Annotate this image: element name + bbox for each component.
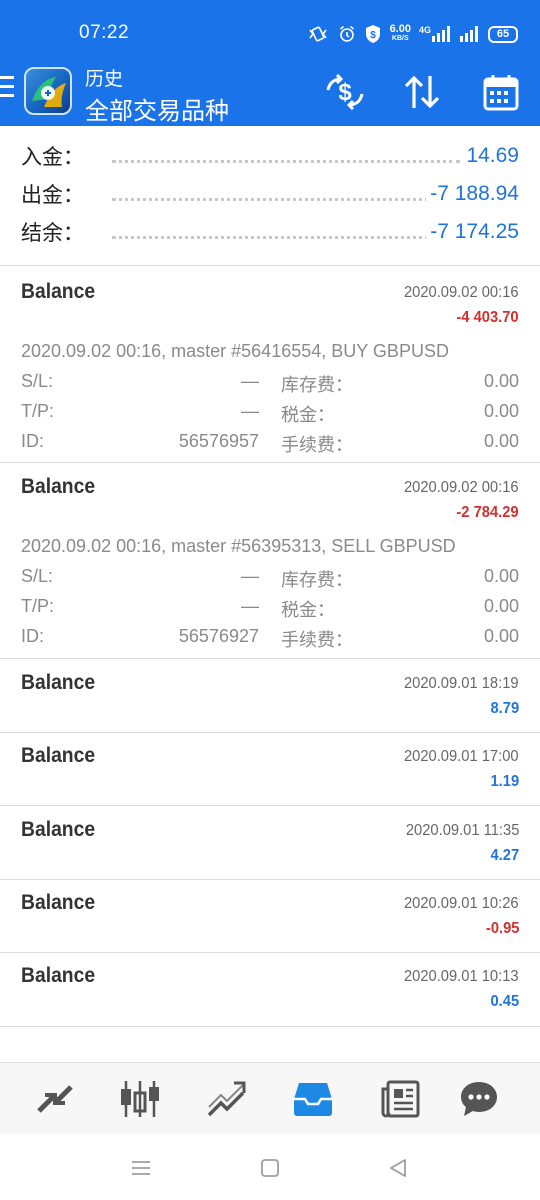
divider [0, 1026, 540, 1027]
recent-apps-icon[interactable] [129, 1156, 153, 1180]
deal-date: 2020.09.01 11:35 [405, 822, 519, 839]
signal-icon [460, 26, 480, 42]
app-logo-icon[interactable] [24, 67, 72, 115]
symbol-filter[interactable]: 全部交易品种 [85, 91, 229, 126]
summary-value: 14.69 [462, 144, 519, 168]
calendar-icon[interactable] [479, 70, 523, 114]
deal-detail-row: S/L: — 库存费： 0.00 [21, 566, 519, 590]
security-shield-icon: $ [364, 24, 382, 44]
trade-icon[interactable] [205, 1077, 249, 1121]
deal-detail-row: T/P: — 税金： 0.00 [21, 401, 519, 425]
status-time: 07:22 [79, 22, 130, 43]
summary-balance-row: 结余： -7 174.25 [0, 213, 540, 251]
deal-date: 2020.09.01 18:19 [404, 675, 519, 692]
summary-value: -7 174.25 [426, 220, 519, 244]
deal-title: Balance [21, 891, 96, 914]
deal-entry[interactable]: Balance 2020.09.01 18:19 8.79 [0, 659, 540, 732]
summary-panel: 入金： 14.69 出金： -7 188.94 结余： -7 174.25 [0, 137, 540, 251]
deal-comment: 2020.09.02 00:16, master #56395313, SELL… [21, 536, 456, 556]
status-icons: $ 6.00 KB/S 4G 65 [306, 22, 518, 46]
deal-entry[interactable]: Balance 2020.09.01 17:00 1.19 [0, 733, 540, 806]
vibrate-icon [306, 24, 330, 44]
alarm-icon [338, 25, 356, 43]
bottom-navigation [0, 1062, 540, 1134]
deal-comment: 2020.09.02 00:16, master #56416554, BUY … [21, 341, 449, 361]
deal-title: Balance [21, 671, 96, 694]
signal-4g-icon: 4G [419, 26, 452, 42]
deal-detail-row: ID: 56576957 手续费： 0.00 [21, 431, 519, 455]
summary-label: 出金： [21, 184, 84, 207]
summary-label: 入金： [21, 146, 84, 169]
deal-title: Balance [21, 475, 96, 498]
deal-entry[interactable]: Balance 2020.09.01 11:35 4.27 [0, 806, 540, 879]
currency-exchange-icon[interactable]: $ [323, 70, 367, 114]
quotes-icon[interactable] [33, 1077, 77, 1121]
deal-date: 2020.09.01 10:13 [404, 968, 519, 985]
back-icon[interactable] [386, 1156, 410, 1180]
deal-profit: 4.27 [490, 847, 519, 864]
svg-text:$: $ [370, 30, 376, 41]
deal-entry[interactable]: Balance 2020.09.01 10:26 -0.95 [0, 880, 540, 953]
page-title: 历史 [85, 69, 124, 90]
deal-detail-row: T/P: — 税金： 0.00 [21, 596, 519, 620]
summary-value: -7 188.94 [426, 182, 519, 206]
battery-icon: 65 [488, 25, 518, 43]
summary-label: 结余： [21, 222, 84, 245]
net-speed: 6.00 KB/S [389, 23, 411, 43]
deal-profit: -2 784.29 [456, 504, 519, 521]
deal-entry[interactable]: Balance 2020.09.02 00:16 -2 784.29 2020.… [0, 462, 540, 658]
deal-date: 2020.09.01 10:26 [404, 895, 519, 912]
deal-profit: 8.79 [490, 700, 519, 717]
sort-icon[interactable] [400, 70, 444, 114]
deal-title: Balance [21, 744, 96, 767]
deal-title: Balance [21, 964, 96, 987]
history-inbox-icon[interactable] [291, 1077, 335, 1121]
deal-detail-row: S/L: — 库存费： 0.00 [21, 371, 519, 395]
summary-deposit-row: 入金： 14.69 [0, 137, 540, 175]
deal-title: Balance [21, 818, 96, 841]
news-icon[interactable] [378, 1077, 422, 1121]
deal-profit: 0.45 [490, 993, 519, 1010]
home-icon[interactable] [258, 1156, 282, 1180]
chart-candles-icon[interactable] [118, 1077, 162, 1121]
system-navigation [0, 1134, 540, 1200]
deal-profit: -0.95 [485, 920, 519, 937]
deal-date: 2020.09.02 00:16 [404, 284, 519, 301]
top-bar: 07:22 $ 6.00 KB/S 4G 65 历史 全部交易品种 $ [0, 0, 540, 126]
menu-icon[interactable] [0, 76, 16, 102]
deal-date: 2020.09.01 17:00 [404, 748, 519, 765]
chat-icon[interactable] [457, 1077, 501, 1121]
deal-detail-row: ID: 56576927 手续费： 0.00 [21, 626, 519, 650]
deal-profit: -4 403.70 [456, 309, 519, 326]
deal-date: 2020.09.02 00:16 [404, 479, 519, 496]
deal-entry[interactable]: Balance 2020.09.01 10:13 0.45 [0, 953, 540, 1026]
summary-withdrawal-row: 出金： -7 188.94 [0, 175, 540, 213]
deal-title: Balance [21, 280, 96, 303]
deal-entry[interactable]: Balance 2020.09.02 00:16 -4 403.70 2020.… [0, 266, 540, 462]
deal-profit: 1.19 [490, 773, 519, 790]
